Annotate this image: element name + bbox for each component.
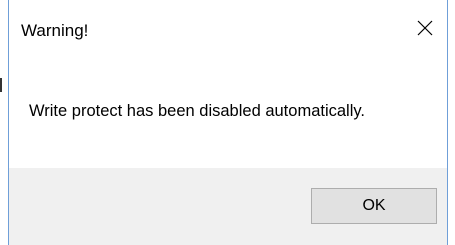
close-button[interactable] bbox=[407, 10, 443, 46]
close-icon bbox=[417, 20, 433, 36]
dialog-titlebar: Warning! bbox=[9, 0, 447, 62]
dialog-footer: OK bbox=[9, 168, 447, 245]
dialog-content: Write protect has been disabled automati… bbox=[9, 62, 447, 168]
warning-dialog: Warning! Write protect has been disabled… bbox=[8, 0, 448, 245]
dialog-message: Write protect has been disabled automati… bbox=[29, 102, 365, 120]
dialog-title: Warning! bbox=[21, 21, 89, 40]
background-window-edge bbox=[0, 78, 2, 92]
ok-button[interactable]: OK bbox=[311, 188, 437, 224]
